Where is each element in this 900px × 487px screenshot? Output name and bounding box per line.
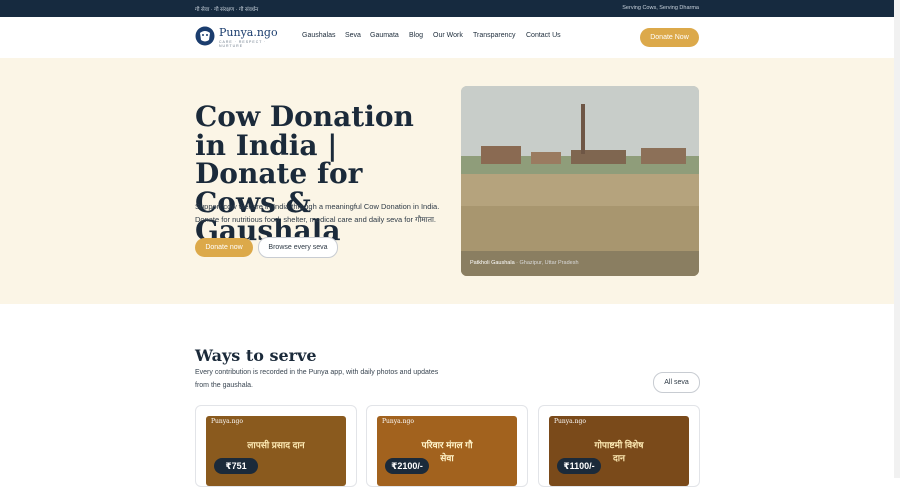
nav-item-contact-us[interactable]: Contact Us — [526, 32, 561, 39]
seva-card[interactable]: Punya.ngo गोपाष्टमी विशेष दान ₹1100/- — [538, 405, 700, 487]
topbar-tagline-english: Serving Cows, Serving Dharma — [622, 5, 699, 11]
nav-item-transparency[interactable]: Transparency — [473, 32, 516, 39]
top-announcement-bar: गौ सेवा · गौ संरक्षण · गौ संवर्धन Servin… — [0, 0, 894, 17]
hero-section: Cow Donation in India | Donate for Cows … — [0, 58, 894, 304]
ways-to-serve-title: Ways to serve — [195, 346, 317, 365]
card-banner: लापसी प्रसाद दान — [247, 440, 305, 450]
photo-caption: Patkholi Gaushala · Ghazipur, Uttar Prad… — [470, 260, 579, 266]
nav-item-gaushalas[interactable]: Gaushalas — [302, 32, 335, 39]
card-price: ₹1100/- — [557, 458, 601, 474]
card-brand: Punya.ngo — [382, 418, 414, 425]
seva-card-image: Punya.ngo लापसी प्रसाद दान ₹751 — [206, 416, 346, 486]
topbar-tagline-hindi: गौ सेवा · गौ संरक्षण · गौ संवर्धन — [195, 7, 259, 13]
nav-item-seva[interactable]: Seva — [345, 32, 361, 39]
ways-to-serve-description: Every contribution is recorded in the Pu… — [195, 369, 439, 389]
logo-wordmark: Punya.ngo — [219, 26, 278, 39]
photo-caption-name: Patkholi Gaushala — [470, 260, 515, 266]
card-price: ₹751 — [214, 458, 258, 474]
photo-caption-location: · Ghazipur, Uttar Pradesh — [516, 260, 579, 266]
seva-card[interactable]: Punya.ngo परिवार मंगल गौ सेवा ₹2100/- — [366, 405, 528, 487]
nav-item-our-work[interactable]: Our Work — [433, 32, 463, 39]
seva-card[interactable]: Punya.ngo लापसी प्रसाद दान ₹751 — [195, 405, 357, 487]
card-brand: Punya.ngo — [211, 418, 243, 425]
card-price: ₹2100/- — [385, 458, 429, 474]
donate-now-hero-button[interactable]: Donate now — [195, 238, 253, 257]
cow-logo-icon — [195, 26, 215, 46]
nav-item-gaumata[interactable]: Gaumata — [370, 32, 399, 39]
all-seva-button[interactable]: All seva — [653, 372, 700, 393]
logo-tagline: CARE · RESPECT · NURTURE — [219, 40, 267, 48]
card-brand: Punya.ngo — [554, 418, 586, 425]
main-navbar: Punya.ngo CARE · RESPECT · NURTURE Gaush… — [0, 17, 894, 58]
hero-description: Support cow welfare in India through a m… — [195, 202, 440, 224]
browse-seva-button[interactable]: Browse every seva — [258, 237, 338, 258]
seva-card-image: Punya.ngo परिवार मंगल गौ सेवा ₹2100/- — [377, 416, 517, 486]
nav-item-blog[interactable]: Blog — [409, 32, 423, 39]
donate-now-button[interactable]: Donate Now — [640, 28, 699, 47]
page-scrollbar[interactable] — [894, 0, 900, 478]
seva-card-image: Punya.ngo गोपाष्टमी विशेष दान ₹1100/- — [549, 416, 689, 486]
gaushala-photo: Patkholi Gaushala · Ghazipur, Uttar Prad… — [461, 86, 699, 276]
site-logo[interactable]: Punya.ngo CARE · RESPECT · NURTURE — [195, 25, 290, 49]
